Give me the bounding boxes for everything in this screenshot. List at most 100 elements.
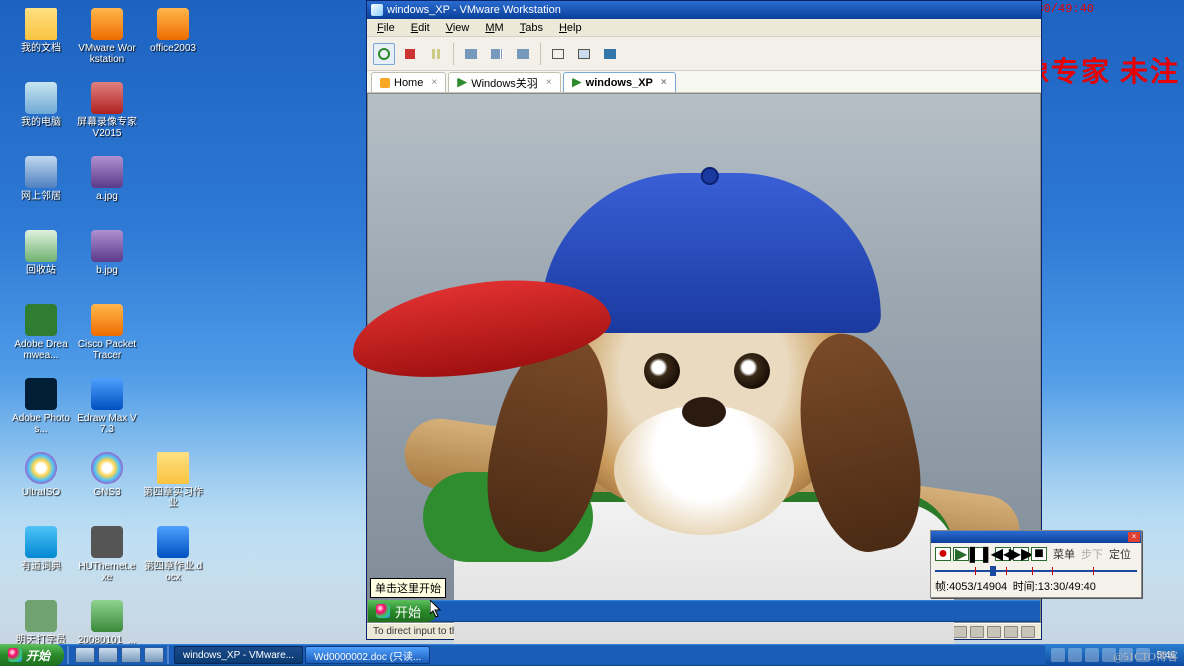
power-on-button[interactable] bbox=[373, 43, 395, 65]
recorder-pause-button[interactable]: ❚❚ bbox=[971, 547, 987, 561]
menu-edit[interactable]: Edit bbox=[403, 22, 438, 34]
host-start-button[interactable]: 开始 bbox=[0, 644, 64, 666]
tab-close-icon[interactable]: × bbox=[431, 77, 437, 88]
recorder-control-panel[interactable]: × ● ▶ ❚❚ ◀◀ ▶▶ ■ 菜单 步下 定位 bbox=[930, 530, 1142, 598]
app-icon bbox=[91, 8, 123, 40]
device-sound-icon[interactable] bbox=[987, 626, 1001, 638]
taskbar-task-button[interactable]: windows_XP - VMware... bbox=[174, 646, 303, 664]
icon-label: Edraw Max V7.3 bbox=[77, 413, 137, 435]
app-icon bbox=[25, 304, 57, 336]
icon-label: 有道词典 bbox=[21, 561, 61, 572]
vmware-titlebar[interactable]: windows_XP - VMware Workstation bbox=[367, 1, 1041, 19]
tab-close-icon[interactable]: × bbox=[661, 77, 667, 88]
menu-help[interactable]: Help bbox=[551, 22, 590, 34]
snapshot-button[interactable] bbox=[460, 43, 482, 65]
device-usb-icon[interactable] bbox=[970, 626, 984, 638]
icon-label: HUThernet.exe bbox=[77, 561, 137, 583]
icon-label: 我的电脑 bbox=[21, 117, 61, 128]
power-off-button[interactable] bbox=[399, 43, 421, 65]
app-icon bbox=[25, 82, 57, 114]
desktop-icon[interactable]: Adobe Photos... bbox=[8, 376, 74, 446]
quicklaunch-app-icon[interactable] bbox=[121, 647, 141, 663]
desktop-icon[interactable]: GNS3 bbox=[74, 450, 140, 520]
device-printer-icon[interactable] bbox=[1004, 626, 1018, 638]
vm-tab[interactable]: windows_XP × bbox=[563, 72, 676, 92]
desktop-icon[interactable]: 网上邻居 bbox=[8, 154, 74, 224]
host-taskbar[interactable]: 开始 windows_XP - VMware...Wd0000002.doc (… bbox=[0, 644, 1184, 666]
device-network-icon[interactable] bbox=[953, 626, 967, 638]
desktop-icon[interactable]: HUThernet.exe bbox=[74, 524, 140, 594]
desktop-icon[interactable]: 我的文档 bbox=[8, 6, 74, 76]
guest-start-button[interactable]: 开始 bbox=[368, 600, 437, 622]
page-watermark: @51CTO博客 bbox=[1113, 648, 1178, 664]
desktop-icon[interactable]: 第四章作业.docx bbox=[140, 524, 206, 594]
home-icon bbox=[380, 78, 390, 88]
device-display-icon[interactable] bbox=[1021, 626, 1035, 638]
recorder-slider[interactable] bbox=[935, 566, 1137, 576]
menu-tabs[interactable]: Tabs bbox=[512, 22, 551, 34]
recorder-info-text: 帧:4053/14904 时间:13:30/49:40 bbox=[935, 578, 1137, 594]
menu-view[interactable]: View bbox=[438, 22, 478, 34]
app-icon bbox=[157, 526, 189, 558]
desktop-icon[interactable]: Adobe Dreamwea... bbox=[8, 302, 74, 372]
icon-label: 屏幕录像专家 V2015 bbox=[77, 117, 137, 139]
icon-label: Cisco Packet Tracer bbox=[77, 339, 137, 361]
revert-button[interactable] bbox=[512, 43, 534, 65]
app-icon bbox=[25, 378, 57, 410]
app-icon bbox=[25, 230, 57, 262]
desktop-icon[interactable]: b.jpg bbox=[74, 228, 140, 298]
desktop-icon[interactable]: VMware Workstation bbox=[74, 6, 140, 76]
desktop-icon[interactable]: 回收站 bbox=[8, 228, 74, 298]
desktop-icon[interactable]: 屏幕录像专家 V2015 bbox=[74, 80, 140, 150]
tab-label: windows_XP bbox=[586, 77, 653, 89]
menu-vm[interactable]: MM bbox=[477, 22, 511, 34]
desktop-icon[interactable]: UltraISO bbox=[8, 450, 74, 520]
recorder-next-button[interactable]: ▶▶ bbox=[1013, 547, 1029, 561]
tray-icon[interactable] bbox=[1068, 648, 1082, 662]
recorder-step-button[interactable]: 步下 bbox=[1081, 546, 1103, 562]
desktop-icon[interactable]: 有道词典 bbox=[8, 524, 74, 594]
tab-close-icon[interactable]: × bbox=[546, 77, 552, 88]
icon-label: 回收站 bbox=[26, 265, 56, 276]
vm-tab[interactable]: Home× bbox=[371, 72, 446, 92]
app-icon bbox=[91, 378, 123, 410]
vm-tab[interactable]: Windows关羽× bbox=[448, 72, 560, 92]
tray-icon[interactable] bbox=[1085, 648, 1099, 662]
app-icon bbox=[91, 600, 123, 632]
recorder-close-button[interactable]: × bbox=[1128, 532, 1140, 542]
vmware-title-text: windows_XP - VMware Workstation bbox=[387, 4, 561, 16]
recorder-locate-button[interactable]: 定位 bbox=[1109, 546, 1131, 562]
desktop-icon[interactable]: a.jpg bbox=[74, 154, 140, 224]
recorder-menu-button[interactable]: 菜单 bbox=[1053, 546, 1075, 562]
icon-label: Adobe Photos... bbox=[11, 413, 71, 435]
icon-label: b.jpg bbox=[96, 265, 118, 276]
unity-button[interactable] bbox=[573, 43, 595, 65]
desktop-icon[interactable]: office2003 bbox=[140, 6, 206, 76]
recorder-titlebar[interactable]: × bbox=[931, 531, 1141, 543]
tray-icon[interactable] bbox=[1051, 648, 1065, 662]
app-icon bbox=[25, 452, 57, 484]
fullscreen-button[interactable] bbox=[547, 43, 569, 65]
vm-running-icon bbox=[457, 78, 467, 88]
quicklaunch-ie-icon[interactable] bbox=[75, 647, 95, 663]
quicklaunch-desktop-icon[interactable] bbox=[98, 647, 118, 663]
desktop-icon[interactable]: 第四章实习作业 bbox=[140, 450, 206, 520]
desktop-icon[interactable]: Edraw Max V7.3 bbox=[74, 376, 140, 446]
quicklaunch-app-icon[interactable] bbox=[144, 647, 164, 663]
taskbar-task-button[interactable]: Wd0000002.doc (只读... bbox=[305, 646, 430, 664]
desktop-icon[interactable]: Cisco Packet Tracer bbox=[74, 302, 140, 372]
app-icon bbox=[25, 526, 57, 558]
console-view-button[interactable] bbox=[599, 43, 621, 65]
app-icon bbox=[91, 452, 123, 484]
desktop-icon[interactable]: 我的电脑 bbox=[8, 80, 74, 150]
guest-taskbar[interactable]: 开始 bbox=[368, 600, 1040, 622]
recorder-record-button[interactable]: ● bbox=[935, 547, 951, 561]
app-icon bbox=[91, 526, 123, 558]
recorder-stop-button[interactable]: ■ bbox=[1031, 547, 1047, 561]
snapshot-manager-button[interactable] bbox=[486, 43, 508, 65]
app-icon bbox=[157, 452, 189, 484]
menu-file[interactable]: File bbox=[369, 22, 403, 34]
suspend-button[interactable] bbox=[425, 43, 447, 65]
app-icon bbox=[25, 600, 57, 632]
icon-label: UltraISO bbox=[22, 487, 60, 498]
